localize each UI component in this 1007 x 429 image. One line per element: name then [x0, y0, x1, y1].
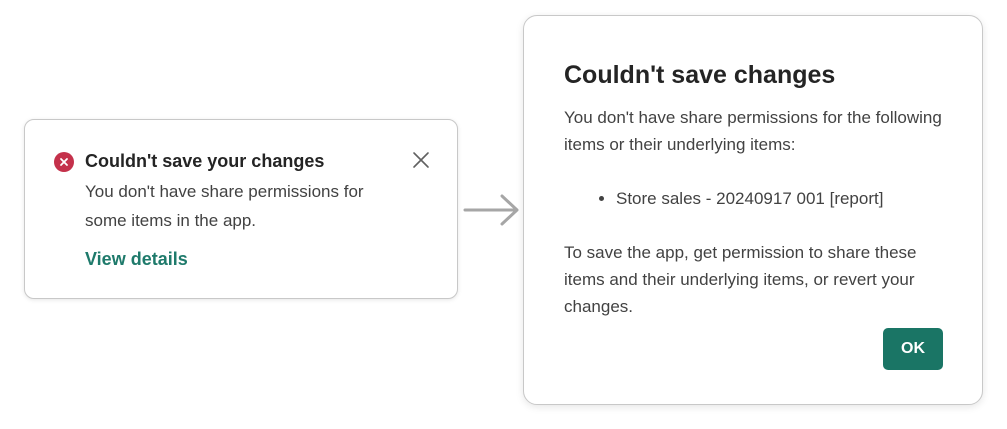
list-item: Store sales - 20240917 001 [report] [616, 185, 883, 212]
toast-title: Couldn't save your changes [85, 151, 325, 171]
toast-message: You don't have share permissions for som… [85, 182, 364, 230]
dialog-title: Couldn't save changes [564, 61, 836, 89]
view-details-link[interactable]: View details [85, 249, 188, 270]
dialog-footer-text: To save the app, get permission to share… [564, 243, 917, 316]
error-toast: Couldn't save your changes You don't hav… [24, 119, 458, 299]
item-list: Store sales - 20240917 001 [report] [596, 185, 883, 212]
error-details-dialog: Couldn't save changes You don't have sha… [523, 15, 983, 405]
screen: Couldn't save your changes You don't hav… [0, 0, 1007, 429]
dialog-intro-text: You don't have share permissions for the… [564, 108, 942, 154]
error-circle-icon [54, 152, 74, 172]
close-icon[interactable] [409, 148, 433, 172]
right-arrow-icon [463, 194, 519, 226]
ok-button[interactable]: OK [883, 328, 943, 370]
